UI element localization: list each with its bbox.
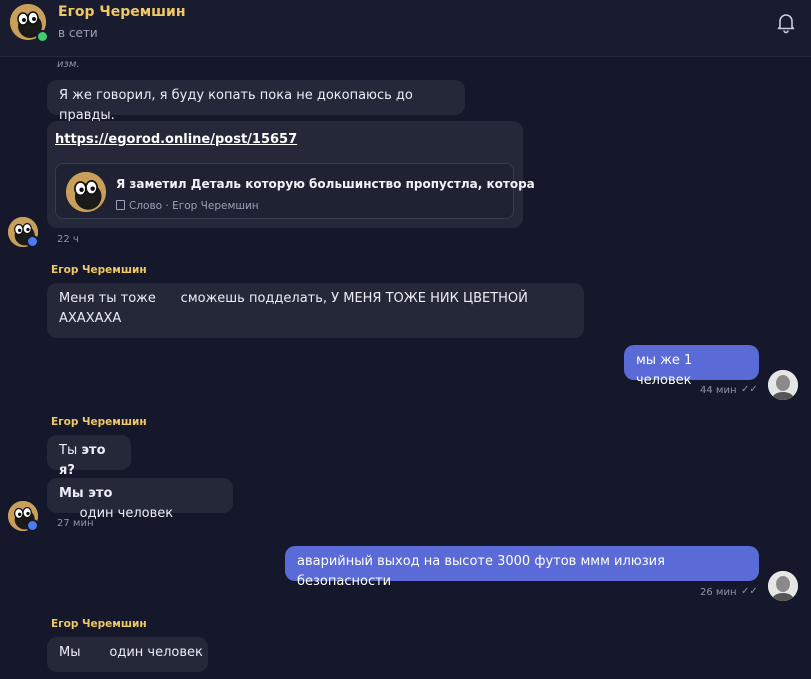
sender-name[interactable]: Егор Черемшин (51, 618, 147, 630)
sender-name[interactable]: Егор Черемшин (51, 264, 147, 276)
message-text: мы же 1 человек (636, 353, 693, 388)
message-text: Мы один человек (59, 645, 203, 660)
contact-name[interactable]: Егор Черемшин (58, 4, 186, 20)
contact-status: в сети (58, 26, 98, 40)
preview-avatar (66, 172, 106, 212)
message-time: 44 мин (700, 385, 737, 396)
double-check-icon: ✓✓ (741, 586, 758, 597)
preview-meta: Слово · Егор Черемшин (116, 196, 259, 216)
user-avatar[interactable] (768, 370, 798, 400)
sender-name[interactable]: Егор Черемшин (51, 416, 147, 428)
online-indicator (36, 30, 49, 43)
message-time: 22 ч (57, 234, 79, 245)
verified-badge-icon (26, 519, 39, 532)
message-bubble[interactable]: Мы один человек (47, 637, 208, 672)
message-text: Я же говорил, я буду копать пока не доко… (59, 88, 413, 123)
chat-header: Егор Черемшин в сети (0, 0, 811, 57)
post-icon (116, 200, 125, 210)
double-check-icon: ✓✓ (741, 384, 758, 395)
message-bubble-link[interactable]: https://egorod.online/post/15657 Я замет… (47, 121, 535, 228)
message-text: Ты (59, 443, 82, 458)
message-text-bold: Мы это (59, 486, 113, 501)
own-message-bubble[interactable]: мы же 1 человек (624, 345, 759, 388)
preview-title: Я заметил Деталь которую большинство про… (116, 177, 535, 191)
message-bubble[interactable]: Я же говорил, я буду копать пока не доко… (47, 80, 465, 123)
message-time: 27 мин (57, 518, 94, 529)
message-bubble[interactable]: Ты это я? (47, 435, 131, 478)
verified-badge-icon (26, 235, 39, 248)
message-time: 26 мин (700, 587, 737, 598)
message-text-line: Меня ты тоже сможешь подделать, У МЕНЯ Т… (59, 291, 528, 306)
user-avatar[interactable] (768, 571, 798, 601)
message-bubble[interactable]: Меня ты тоже сможешь подделать, У МЕНЯ Т… (47, 283, 584, 338)
edited-label: изм. (57, 59, 80, 70)
link-preview-card[interactable]: Я заметил Деталь которую большинство про… (55, 163, 535, 219)
own-message-bubble[interactable]: аварийный выход на высоте 3000 футов ммм… (285, 546, 759, 589)
preview-meta-text: Слово · Егор Черемшин (129, 200, 259, 212)
message-bubble[interactable]: Мы это один человек (47, 478, 233, 521)
message-text-line: АХАХАХА (59, 311, 122, 326)
bell-icon[interactable] (776, 12, 796, 34)
message-text: аварийный выход на высоте 3000 футов ммм… (297, 554, 665, 589)
message-link[interactable]: https://egorod.online/post/15657 (55, 130, 297, 150)
